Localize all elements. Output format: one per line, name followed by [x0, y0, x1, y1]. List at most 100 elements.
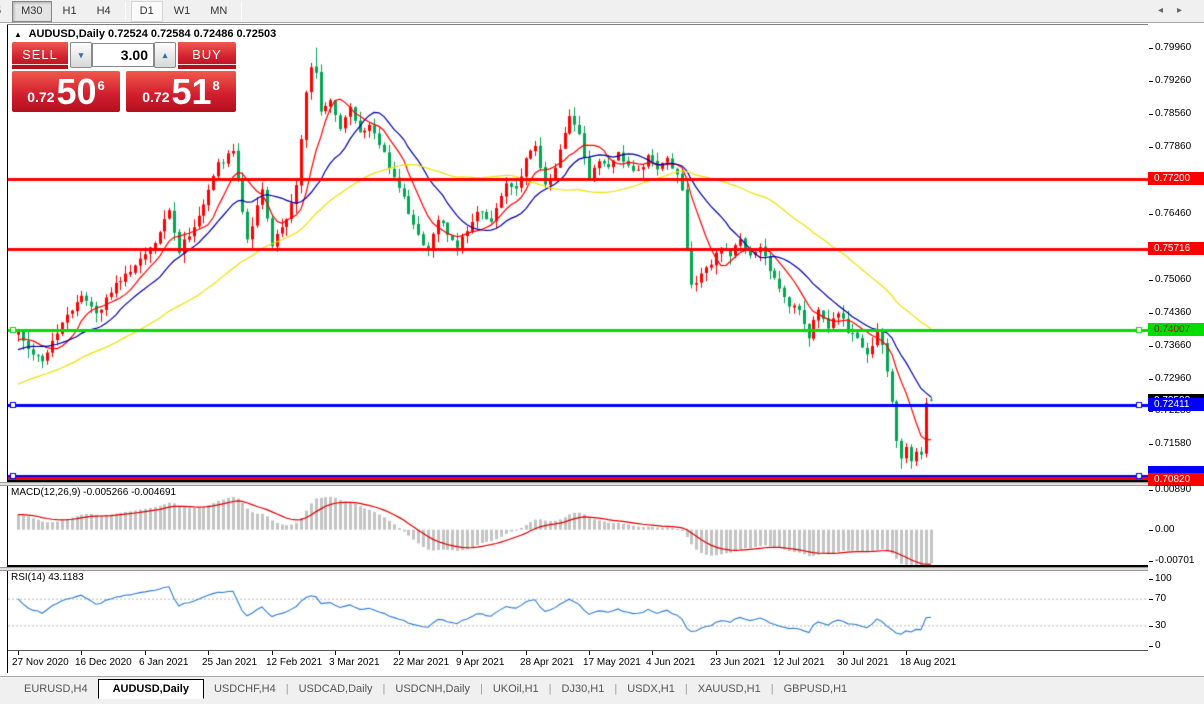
- date-tick: [906, 651, 907, 655]
- date-label: 12 Feb 2021: [266, 657, 323, 668]
- timeframe-button-mn[interactable]: MN: [201, 1, 236, 22]
- level-price-label: 0.75716: [1148, 242, 1204, 256]
- buy-price-big: 51: [171, 71, 212, 112]
- date-label: 22 Mar 2021: [393, 657, 450, 668]
- date-label: 3 Mar 2021: [329, 657, 380, 668]
- date-tick: [462, 651, 463, 655]
- level-price-label: 0.77200: [1148, 172, 1204, 186]
- price-tick-label: 0.79260: [1148, 75, 1192, 87]
- tab-gbpusd-h1[interactable]: GBPUSD,H1: [774, 680, 858, 698]
- price-tick-label: 0.77860: [1148, 141, 1192, 153]
- price-tick-label: 0.72960: [1148, 372, 1192, 384]
- date-label: 23 Jun 2021: [710, 657, 766, 668]
- rsi-axis-label: 100: [1149, 573, 1172, 585]
- macd-values: -0.005266 -0.004691: [83, 487, 177, 498]
- tab-eurusd-h4[interactable]: EURUSD,H4: [14, 680, 98, 698]
- date-tick: [779, 651, 780, 655]
- date-label: 27 Nov 2020: [12, 657, 69, 668]
- tab-usdchf-h4[interactable]: USDCHF,H4: [204, 680, 286, 698]
- date-label: 30 Jul 2021: [837, 657, 889, 668]
- tab-xauusd-h1[interactable]: XAUUSD,H1: [688, 680, 771, 698]
- toolbar-separator: [124, 2, 126, 20]
- sell-price-pipette: 6: [97, 78, 105, 93]
- chart-symbol-period: AUDUSD,Daily: [28, 28, 105, 40]
- volume-input[interactable]: [92, 43, 154, 67]
- sell-price-big: 50: [56, 71, 97, 112]
- tab-ukoil-h1[interactable]: UKOil,H1: [483, 680, 549, 698]
- date-tick: [589, 651, 590, 655]
- macd-pane: MACD(12,26,9) -0.005266 -0.004691: [8, 486, 1148, 567]
- date-label: 4 Jun 2021: [646, 657, 696, 668]
- rsi-axis-label: 70: [1148, 593, 1167, 605]
- macd-axis-label: 0.00: [1148, 523, 1175, 535]
- mt4-terminal: 5M30H1H4 D1W1MN ▲ AUDUSD,Daily 0.72524 0.…: [0, 0, 1204, 704]
- timeframe-button-h4[interactable]: H4: [88, 1, 120, 22]
- buy-button[interactable]: BUY: [178, 42, 236, 69]
- tab-usdx-h1[interactable]: USDX,H1: [617, 680, 685, 698]
- sell-button[interactable]: SELL: [12, 42, 68, 69]
- date-tick: [272, 651, 273, 655]
- date-label: 12 Jul 2021: [773, 657, 825, 668]
- date-label: 17 May 2021: [583, 657, 641, 668]
- rsi-axis-label: 0: [1149, 639, 1161, 651]
- date-label: 6 Jan 2021: [139, 657, 189, 668]
- macd-axis-label: -0.00701: [1148, 555, 1195, 566]
- price-axis: 0.79960 0.79260 0.78560 0.77860 0.76460 0.750…: [1148, 25, 1204, 673]
- price-tick-label: 0.73660: [1148, 339, 1192, 351]
- sell-price-display[interactable]: 0.72 50 6: [12, 71, 120, 112]
- date-label: 28 Apr 2021: [520, 657, 574, 668]
- chart-title: ▲ AUDUSD,Daily 0.72524 0.72584 0.72486 0…: [14, 28, 276, 40]
- date-tick: [526, 651, 527, 655]
- macd-label: MACD(12,26,9) -0.005266 -0.004691: [11, 487, 177, 498]
- level-price-label: 0.74007: [1148, 323, 1204, 336]
- price-tick-label: 0.75060: [1148, 273, 1192, 285]
- volume-increase-button[interactable]: ▴: [154, 42, 176, 68]
- tab-usdcnh-daily[interactable]: USDCNH,Daily: [385, 680, 480, 698]
- price-tick-label: 0.76460: [1148, 207, 1192, 219]
- bottom-strip: [0, 700, 1204, 704]
- date-tick: [81, 651, 82, 655]
- macd-axis-label: 0.00890: [1148, 484, 1192, 495]
- date-tick: [208, 651, 209, 655]
- price-tick-label: 0.74360: [1148, 306, 1192, 318]
- main-chart-pane: ▲ AUDUSD,Daily 0.72524 0.72584 0.72486 0…: [8, 25, 1148, 482]
- date-label: 9 Apr 2021: [456, 657, 505, 668]
- tab-dj30-h1[interactable]: DJ30,H1: [552, 680, 615, 698]
- rsi-pane: RSI(14) 43.1183: [8, 571, 1148, 651]
- buy-price-display[interactable]: 0.72 51 8: [126, 71, 236, 112]
- tab-scroll-arrows[interactable]: ◂▸: [1158, 5, 1196, 16]
- tab-audusd-daily[interactable]: AUDUSD,Daily: [97, 678, 204, 699]
- date-label: 16 Dec 2020: [75, 657, 132, 668]
- level-price-label: 0.72411: [1148, 398, 1204, 412]
- tab-usdcad-daily[interactable]: USDCAD,Daily: [289, 680, 383, 698]
- price-tick-label: 0.71580: [1148, 438, 1192, 450]
- date-tick: [843, 651, 844, 655]
- rsi-label: RSI(14) 43.1183: [11, 572, 84, 583]
- buy-price-pipette: 8: [212, 78, 220, 93]
- date-tick: [145, 651, 146, 655]
- toolbar-separator: [241, 2, 243, 20]
- date-tick: [399, 651, 400, 655]
- date-label: 25 Jan 2021: [202, 657, 258, 668]
- timeframe-toolbar: 5M30H1H4 D1W1MN: [0, 0, 1204, 23]
- chart-tab-bar: EURUSD,H4 AUDUSD,Daily USDCHF,H4 | USDCAD,Da…: [0, 676, 1204, 700]
- rsi-value: 43.1183: [48, 572, 84, 583]
- sell-price-base: 0.72: [27, 89, 55, 105]
- rsi-canvas[interactable]: [8, 571, 1148, 650]
- collapse-arrow-icon[interactable]: ▲: [14, 30, 22, 39]
- buy-price-base: 0.72: [142, 89, 170, 105]
- timeframe-button-d1[interactable]: D1: [130, 0, 163, 22]
- date-label: 18 Aug 2021: [900, 657, 957, 668]
- timeframe-button-w1[interactable]: W1: [165, 1, 200, 22]
- price-tick-label: 0.78560: [1148, 108, 1192, 120]
- volume-decrease-button[interactable]: ▾: [70, 42, 92, 68]
- price-tick-label: 0.79960: [1148, 42, 1192, 54]
- macd-canvas[interactable]: [8, 486, 1148, 565]
- timeframe-button-m30[interactable]: M30: [12, 0, 52, 22]
- date-axis: 27 Nov 2020 16 Dec 2020 6 Jan 2021 25 Jan 2…: [8, 651, 1148, 673]
- date-tick: [18, 651, 19, 655]
- timeframe-button-5[interactable]: 5: [0, 1, 10, 22]
- date-tick: [652, 651, 653, 655]
- chart-ohlc-values: 0.72524 0.72584 0.72486 0.72503: [108, 28, 277, 40]
- timeframe-button-h1[interactable]: H1: [54, 1, 86, 22]
